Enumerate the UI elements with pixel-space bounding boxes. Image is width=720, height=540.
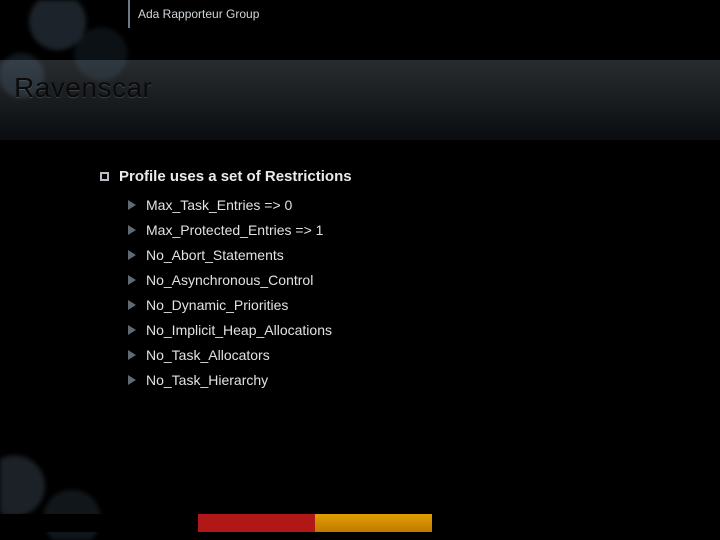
- arrow-right-icon: [128, 300, 136, 310]
- list-item: No_Dynamic_Priorities: [128, 297, 680, 313]
- list-item: Max_Protected_Entries => 1: [128, 222, 680, 238]
- title-band: Ravenscar: [0, 60, 720, 140]
- arrow-right-icon: [128, 250, 136, 260]
- arrow-right-icon: [128, 350, 136, 360]
- list-item: No_Task_Hierarchy: [128, 372, 680, 388]
- stripe-gold: [315, 514, 432, 532]
- stripe-tail: [432, 514, 720, 532]
- list-item: No_Task_Allocators: [128, 347, 680, 363]
- list-item-label: No_Dynamic_Priorities: [146, 297, 288, 313]
- list-item-label: Max_Task_Entries => 0: [146, 197, 292, 213]
- list-item: No_Implicit_Heap_Allocations: [128, 322, 680, 338]
- list-item-label: No_Asynchronous_Control: [146, 272, 313, 288]
- arrow-right-icon: [128, 325, 136, 335]
- level1-text: Profile uses a set of Restrictions: [119, 168, 352, 185]
- bullet-level1: Profile uses a set of Restrictions: [100, 168, 680, 185]
- square-bullet-icon: [100, 172, 109, 181]
- body-content: Profile uses a set of Restrictions Max_T…: [100, 168, 680, 397]
- arrow-right-icon: [128, 200, 136, 210]
- restriction-list: Max_Task_Entries => 0 Max_Protected_Entr…: [128, 197, 680, 388]
- list-item: No_Abort_Statements: [128, 247, 680, 263]
- arrow-right-icon: [128, 225, 136, 235]
- list-item-label: No_Abort_Statements: [146, 247, 284, 263]
- list-item-label: No_Implicit_Heap_Allocations: [146, 322, 332, 338]
- list-item-label: No_Task_Hierarchy: [146, 372, 268, 388]
- group-name: Ada Rapporteur Group: [138, 7, 259, 21]
- list-item-label: Max_Protected_Entries => 1: [146, 222, 323, 238]
- list-item: Max_Task_Entries => 0: [128, 197, 680, 213]
- list-item-label: No_Task_Allocators: [146, 347, 270, 363]
- header-bar: Ada Rapporteur Group: [128, 0, 259, 28]
- arrow-right-icon: [128, 275, 136, 285]
- list-item: No_Asynchronous_Control: [128, 272, 680, 288]
- stripe-red: [198, 514, 315, 532]
- footer-flag-stripe: [0, 514, 720, 532]
- arrow-right-icon: [128, 375, 136, 385]
- page-title: Ravenscar: [14, 72, 152, 104]
- stripe-black: [0, 514, 198, 532]
